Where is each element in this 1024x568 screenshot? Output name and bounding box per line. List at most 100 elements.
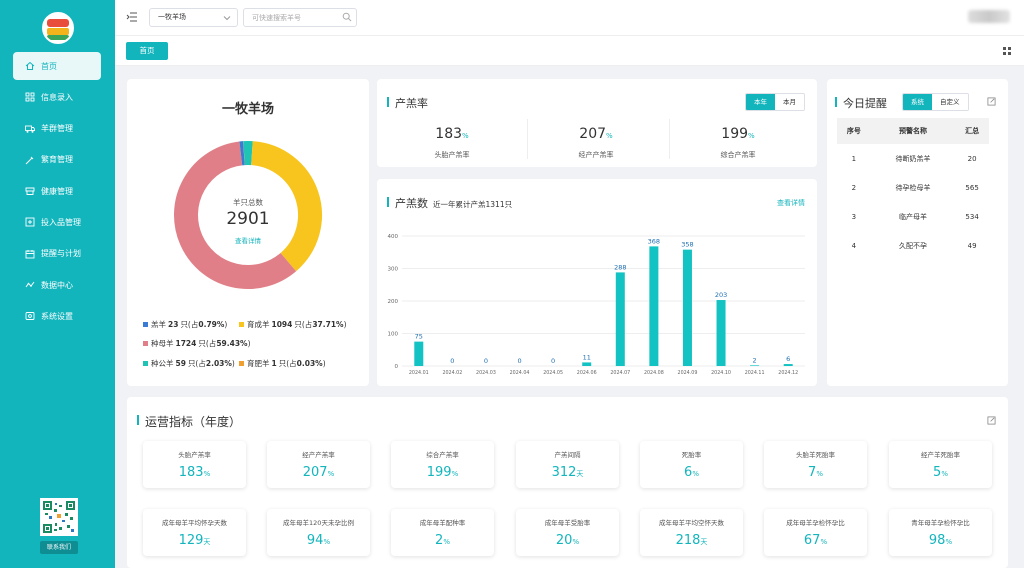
sidebar-item-data-center[interactable]: 数据中心 bbox=[13, 271, 101, 299]
system-button[interactable]: 系统 bbox=[903, 94, 932, 110]
user-avatar[interactable] bbox=[968, 10, 1010, 23]
farm-select-value: 一牧羊场 bbox=[158, 13, 186, 21]
table-row[interactable]: 4 久配不孕 49 bbox=[837, 231, 989, 260]
legend-paren: ) bbox=[322, 358, 326, 368]
table-row[interactable]: 2 待孕检母羊 565 bbox=[837, 173, 989, 202]
x-tick-label: 2024.11 bbox=[745, 370, 765, 376]
cell-name: 待断奶羔羊 bbox=[895, 154, 931, 163]
indicator-unit: % bbox=[443, 538, 450, 546]
indicator-card: 综合产羔率 199% bbox=[391, 441, 494, 488]
bar-value-label: 288 bbox=[614, 263, 626, 271]
sidebar-item-inputs[interactable]: 投入品管理 bbox=[13, 208, 101, 236]
legend-item: 种母羊 1724 只(占 59.43%) bbox=[143, 338, 251, 349]
stat-value: 207 bbox=[579, 126, 607, 142]
tab-home[interactable]: 首页 bbox=[126, 42, 168, 60]
year-button[interactable]: 本年 bbox=[746, 94, 775, 110]
bar[interactable] bbox=[682, 249, 692, 366]
indicator-card: 成年母羊平均空怀天数 218天 bbox=[640, 509, 743, 556]
view-details-link[interactable]: 查看详情 bbox=[127, 235, 369, 245]
sidebar-item-flock[interactable]: 羊群管理 bbox=[13, 115, 101, 143]
x-tick-label: 2024.03 bbox=[476, 370, 496, 376]
legend-unit: 只(占 bbox=[278, 358, 297, 368]
sidebar-item-health[interactable]: 健康管理 bbox=[13, 177, 101, 205]
stat-value: 199 bbox=[721, 126, 749, 142]
legend-count: 23 bbox=[168, 320, 179, 329]
indicator-label: 综合产羔率 bbox=[426, 451, 459, 459]
sidebar-item-home[interactable]: 首页 bbox=[13, 52, 101, 80]
search-input[interactable] bbox=[243, 8, 357, 27]
bar[interactable] bbox=[750, 365, 760, 366]
indicator-label: 头胎产羔率 bbox=[178, 451, 211, 459]
indicator-label: 成年母羊平均怀孕天数 bbox=[162, 519, 227, 527]
indicator-unit: % bbox=[820, 538, 828, 546]
x-tick-label: 2024.04 bbox=[510, 370, 530, 376]
bar[interactable] bbox=[783, 364, 793, 366]
cell-count: 20 bbox=[967, 154, 977, 163]
search-icon[interactable] bbox=[342, 12, 352, 22]
bar[interactable] bbox=[716, 300, 726, 366]
column-header: 序号 bbox=[837, 118, 871, 144]
section-title: 产羔数 bbox=[387, 195, 428, 211]
stat-label: 经产产羔率 bbox=[578, 151, 614, 159]
view-details-link[interactable]: 查看详情 bbox=[777, 198, 805, 208]
contact-us-button[interactable]: 联系我们 bbox=[40, 541, 78, 554]
legend-item: 种公羊 59 只(占 2.03%) bbox=[143, 358, 239, 369]
cell-name: 久配不孕 bbox=[898, 241, 927, 250]
indicator-value: 199 bbox=[426, 465, 452, 480]
y-tick-label: 400 bbox=[388, 234, 399, 240]
bar[interactable] bbox=[582, 362, 592, 366]
lambing-rate-card: 产羔率 本年 本月 183% 头胎产羔率 207% 经产产羔率 199% 综合产… bbox=[377, 79, 817, 167]
custom-button[interactable]: 自定义 bbox=[932, 94, 968, 110]
menu-fold-icon[interactable] bbox=[126, 11, 138, 23]
box-icon bbox=[25, 217, 35, 227]
chevron-down-icon bbox=[223, 16, 231, 21]
sidebar-item-settings[interactable]: 系统设置 bbox=[13, 302, 101, 330]
farm-logo bbox=[42, 12, 74, 44]
table-row[interactable]: 3 临产母羊 534 bbox=[837, 202, 989, 231]
month-button[interactable]: 本月 bbox=[775, 94, 804, 110]
bar[interactable] bbox=[649, 246, 659, 366]
indicator-label: 产羔间隔 bbox=[554, 451, 581, 459]
today-reminders-card: 今日提醒 系统 自定义 序号 预警名称 汇总 1 待断奶羔羊 20 2 待孕检母羊 56… bbox=[827, 79, 1008, 386]
bar[interactable] bbox=[414, 341, 424, 366]
table-row[interactable]: 1 待断奶羔羊 20 bbox=[837, 144, 989, 173]
stat-unit: % bbox=[462, 132, 469, 140]
column-header: 汇总 bbox=[955, 118, 989, 144]
bar[interactable] bbox=[615, 272, 625, 366]
legend-unit: 只(占 bbox=[294, 320, 313, 329]
edit-icon[interactable] bbox=[987, 416, 996, 425]
stat-label: 综合产羔率 bbox=[720, 151, 756, 159]
sidebar-item-breeding[interactable]: 繁育管理 bbox=[13, 146, 101, 174]
truck-icon bbox=[25, 124, 35, 134]
apps-grid-icon[interactable] bbox=[1002, 46, 1012, 56]
indicator-unit: % bbox=[323, 538, 331, 546]
edit-icon[interactable] bbox=[987, 97, 996, 106]
farm-select[interactable]: 一牧羊场 bbox=[149, 8, 238, 27]
legend-unit: 只(占 bbox=[198, 339, 217, 349]
indicator-unit: 天 bbox=[203, 538, 211, 546]
x-tick-label: 2024.07 bbox=[610, 370, 630, 376]
sidebar-item-info-entry[interactable]: 信息录入 bbox=[13, 83, 101, 111]
top-bar: 一牧羊场 bbox=[115, 0, 1024, 36]
bar-value-label: 11 bbox=[583, 353, 591, 361]
bar-value-label: 368 bbox=[648, 237, 660, 245]
indicator-unit: 天 bbox=[700, 538, 708, 546]
indicator-label: 经产产羔率 bbox=[302, 451, 335, 459]
herd-summary-card: 一牧羊场 羊只总数 2901 查看详情 羔羊 23 只(占 0.79%) 育成羊 … bbox=[127, 79, 369, 386]
indicator-value: 207 bbox=[302, 465, 328, 480]
legend-name: 育成羊 bbox=[247, 320, 270, 329]
indicator-label: 成年母羊平均空怀天数 bbox=[659, 519, 724, 527]
sidebar-item-label: 投入品管理 bbox=[41, 217, 81, 227]
x-tick-label: 2024.08 bbox=[644, 370, 664, 376]
legend-item: 育成羊 1094 只(占 37.71%) bbox=[239, 319, 347, 330]
indicator-value: 94 bbox=[306, 533, 324, 548]
indicator-label: 头胎羊死胎率 bbox=[796, 451, 835, 459]
indicator-label: 经产羊死胎率 bbox=[921, 451, 960, 459]
indicator-label: 成年母羊配种率 bbox=[419, 519, 466, 527]
bar-value-label: 6 bbox=[786, 355, 790, 363]
indicator-card: 头胎产羔率 183% bbox=[143, 441, 246, 488]
sidebar-item-reminders[interactable]: 提醒与计划 bbox=[13, 240, 101, 268]
legend-unit: 只(占 bbox=[187, 358, 206, 368]
legend-name: 育肥羊 bbox=[247, 358, 270, 368]
x-tick-label: 2024.05 bbox=[543, 370, 563, 376]
